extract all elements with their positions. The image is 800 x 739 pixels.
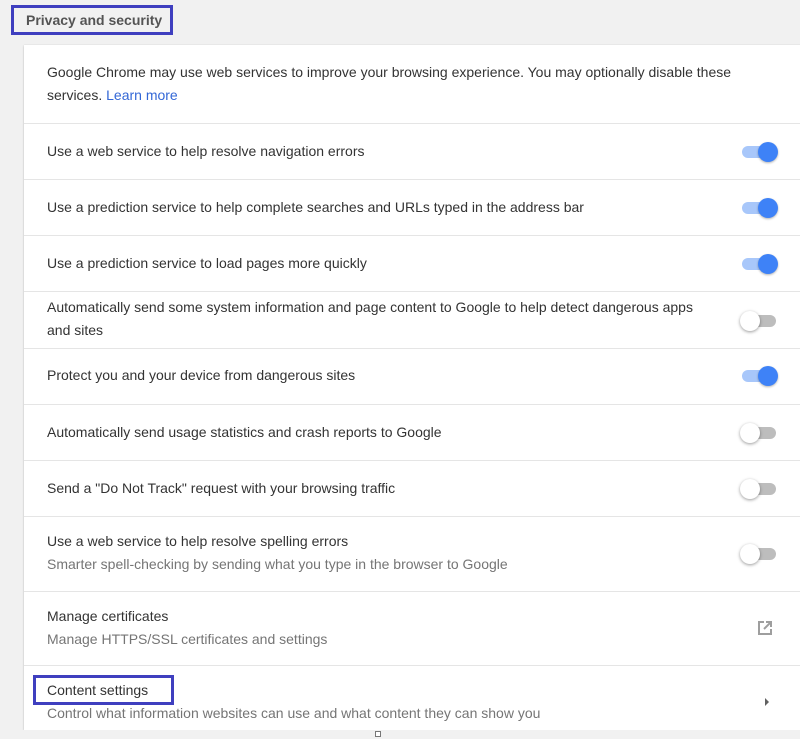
setting-text-block: Use a web service to help resolve spelli… [47,530,710,576]
toggle-knob [740,479,760,499]
toggle-knob [740,544,760,564]
content-settings-label: Content settings [47,682,149,698]
setting-row-prediction-load[interactable]: Use a prediction service to load pages m… [24,235,800,291]
toggle-knob [740,423,760,443]
setting-label: Use a prediction service to help complet… [47,199,584,215]
toggle-do-not-track[interactable] [740,479,778,499]
setting-label: Automatically send some system informati… [47,299,693,338]
setting-label: Use a prediction service to load pages m… [47,255,367,271]
setting-row-usage-statistics[interactable]: Automatically send usage statistics and … [24,404,800,460]
setting-label: Use a web service to help resolve naviga… [47,143,365,159]
section-title-privacy-security: Privacy and security [11,5,174,35]
setting-row-do-not-track[interactable]: Send a "Do Not Track" request with your … [24,460,800,516]
intro-text-block: Google Chrome may use web services to im… [47,61,770,107]
toggle-safe-browsing[interactable] [742,366,778,386]
manage-certificates-text-block: Manage certificates Manage HTTPS/SSL cer… [47,605,710,651]
manage-certificates-secondary: Manage HTTPS/SSL certificates and settin… [47,631,328,647]
toggle-prediction-search[interactable] [742,198,778,218]
section-title: Privacy and security [26,12,163,28]
manage-certificates-label: Manage certificates [47,608,169,624]
content-settings-row[interactable]: Content settings Control what informatio… [24,665,800,730]
toggle-prediction-load[interactable] [742,254,778,274]
toggle-knob [740,311,760,331]
setting-row-navigation-errors[interactable]: Use a web service to help resolve naviga… [24,123,800,179]
toggle-usage-statistics[interactable] [740,423,778,443]
toggle-spelling-service[interactable] [740,544,778,564]
setting-row-safe-browsing[interactable]: Protect you and your device from dangero… [24,348,800,404]
bottom-strip [0,730,800,739]
setting-row-prediction-search[interactable]: Use a prediction service to help complet… [24,179,800,235]
toggle-dangerous-apps[interactable] [740,311,778,331]
toggle-knob [758,142,778,162]
setting-label: Use a web service to help resolve spelli… [47,533,349,549]
toggle-knob [758,198,778,218]
privacy-settings-card: Google Chrome may use web services to im… [24,45,800,730]
toggle-knob [758,366,778,386]
learn-more-link[interactable]: Learn more [106,87,178,103]
manage-certificates-row[interactable]: Manage certificates Manage HTTPS/SSL cer… [24,591,800,665]
resize-handle[interactable] [375,731,381,737]
intro-row: Google Chrome may use web services to im… [24,45,800,123]
setting-row-dangerous-apps[interactable]: Automatically send some system informati… [24,291,800,348]
setting-secondary-text: Smarter spell-checking by sending what y… [47,556,508,572]
chevron-right-icon[interactable] [762,695,772,714]
setting-row-spelling-service[interactable]: Use a web service to help resolve spelli… [24,516,800,591]
setting-label: Protect you and your device from dangero… [47,367,356,383]
setting-label: Automatically send usage statistics and … [47,424,442,440]
toggle-knob [758,254,778,274]
content-settings-text-block: Content settings Control what informatio… [47,679,710,725]
setting-label: Send a "Do Not Track" request with your … [47,480,396,496]
toggle-navigation-errors[interactable] [742,142,778,162]
open-in-new-icon[interactable] [756,619,774,642]
content-settings-secondary: Control what information websites can us… [47,705,541,721]
